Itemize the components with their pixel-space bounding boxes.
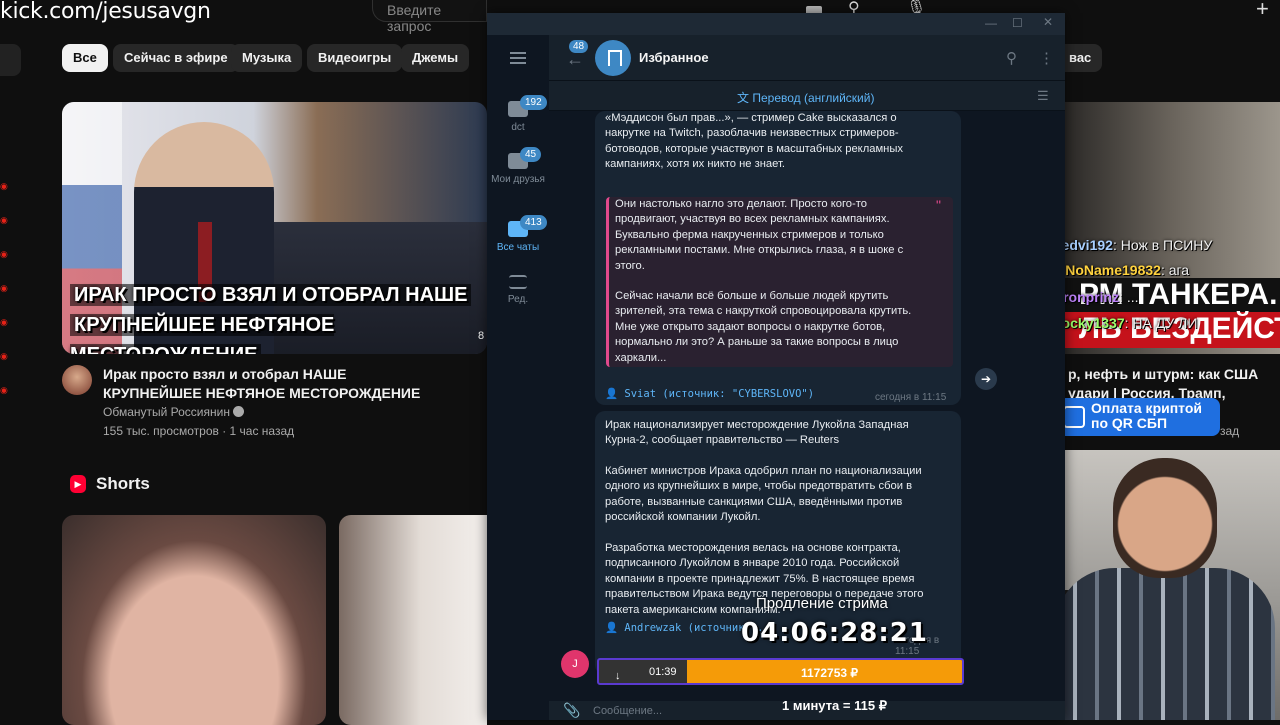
chip-all[interactable]: Все [62, 44, 108, 72]
video-thumbnail[interactable]: ИРАК ПРОСТО ВЗЯЛ И ОТОБРАЛ НАШЕ КРУПНЕЙШ… [62, 102, 487, 354]
user-icon: 👤 [605, 388, 619, 400]
video-duration: 8 [478, 330, 485, 342]
live-indicator-icon: ◉ [0, 351, 8, 361]
menu-icon[interactable] [510, 52, 526, 64]
short-thumbnail[interactable] [62, 515, 326, 725]
donation-progress: ↓ 01:39 1172753 ₽ [597, 658, 964, 685]
qr-payment-banner: Оплата криптой по QR СБП [1055, 398, 1220, 436]
folder-sidebar: 192 dct 45 Мои друзья 413 Все чаты Ред. [487, 35, 549, 720]
more-icon[interactable]: ⋮ [1039, 49, 1054, 67]
settings-sliders-icon[interactable]: ☰ [1037, 88, 1049, 104]
streamer-head [1113, 458, 1217, 578]
folder-friends[interactable]: 45 Мои друзья [487, 147, 549, 186]
message-text: Кабинет министров Ирака одобрил план по … [605, 465, 922, 524]
extension-timer: 04:06:28:21 [741, 618, 928, 648]
forward-icon[interactable]: ➔ [975, 368, 997, 390]
live-indicator-icon: ◉ [0, 385, 8, 395]
streamer-body [1055, 568, 1275, 720]
chip-jams[interactable]: Джемы [401, 44, 470, 72]
channel-name[interactable]: Обманутый Россиянин [103, 405, 245, 419]
qr-code-icon [1063, 406, 1085, 428]
create-plus-icon[interactable]: + [1256, 0, 1269, 21]
message-source[interactable]: 👤 Sviat (источник: "CYBERSLOVO") [605, 387, 814, 400]
translate-label[interactable]: 文 Перевод (английский) [737, 89, 874, 106]
live-indicator-icon: ◉ [0, 317, 8, 327]
live-indicator-icon: ◉ [0, 283, 8, 293]
translate-icon: 文 [737, 91, 750, 105]
message-time: сегодня в 11:15 [875, 392, 947, 403]
chat-message: dedvi192: Нож в ПСИНУ [1053, 237, 1213, 253]
chat-title[interactable]: Избранное [639, 50, 709, 65]
chat-message: ♥ NoName19832: ага [1053, 262, 1189, 278]
donation-time: 01:39 [649, 666, 677, 678]
folder-all-chats[interactable]: 413 Все чаты [487, 213, 549, 261]
sender-avatar[interactable]: J [561, 650, 589, 678]
folder-dct[interactable]: 192 dct [487, 95, 549, 134]
live-indicator-icon: ◉ [0, 249, 8, 259]
message-text: Ирак национализирует месторождение Лукой… [605, 419, 909, 447]
chat-message: Kronprinz: ... [1053, 289, 1139, 305]
video-title[interactable]: Ирак просто взял и отобрал НАШЕ КРУПНЕЙШ… [103, 365, 433, 403]
video-meta: зад [1220, 424, 1240, 438]
telegram-window: — ☐ ✕ 192 dct 45 Мои друзья 413 Все чаты Ре… [487, 13, 1065, 720]
attach-icon[interactable]: 📎 [563, 702, 580, 719]
minimize-icon[interactable]: — [985, 16, 997, 30]
shorts-heading: Shorts [96, 474, 150, 493]
donation-rate: 1 минута = 115 ₽ [782, 698, 887, 713]
extension-label: Продление стрима [756, 595, 888, 612]
verified-icon [233, 406, 245, 417]
translate-bar[interactable]: 文 Перевод (английский) ☰ [549, 81, 1065, 111]
chip-for-you[interactable]: вас [1065, 44, 1103, 72]
bookmark-icon[interactable] [595, 40, 631, 76]
chat-message: flocky1337: НА ДУ ЛИ [1053, 315, 1198, 331]
maximize-icon[interactable]: ☐ [1012, 16, 1023, 30]
chat-header: ← 48 Избранное ⚲ ⋮ [549, 35, 1065, 81]
chip-games[interactable]: Видеоигры [307, 44, 403, 72]
live-indicator-icon: ◉ [0, 215, 8, 225]
unread-badge: 48 [569, 40, 589, 53]
message-quote: Они настолько нагло это делают. Просто к… [606, 197, 953, 367]
folder-edit[interactable]: Ред. [487, 275, 549, 306]
user-icon: 👤 [605, 622, 619, 634]
window-titlebar: — ☐ ✕ [487, 13, 1065, 35]
youtube-search-input[interactable]: Введите запрос [372, 0, 487, 34]
chip-live[interactable]: Сейчас в эфире [113, 44, 239, 72]
message-bubble[interactable]: «Мэддисон был прав...», — стример Cake в… [595, 111, 961, 405]
video-meta: 155 тыс. просмотров · 1 час назад [103, 424, 295, 438]
quote-icon: " [936, 197, 941, 213]
stream-url-overlay: kick.com/jesusavgn [0, 0, 211, 24]
sliders-icon [509, 275, 527, 289]
short-thumbnail[interactable] [339, 515, 487, 725]
search-icon[interactable]: ⚲ [1006, 49, 1017, 67]
message-text: «Мэддисон был прав...», — стример Cake в… [605, 112, 903, 171]
download-icon: ↓ [615, 670, 621, 682]
live-indicator-icon: ◉ [0, 181, 8, 191]
channel-avatar[interactable] [62, 365, 92, 395]
thumbnail-caption: ИРАК ПРОСТО ВЗЯЛ И ОТОБРАЛ НАШЕ КРУПНЕЙШ… [62, 280, 487, 354]
shorts-icon: ▶ [70, 475, 86, 493]
donation-amount: 1172753 ₽ [801, 666, 859, 680]
message-input[interactable]: Сообщение... [593, 705, 662, 717]
sidebar-stub [0, 44, 21, 76]
chip-music[interactable]: Музыка [231, 44, 303, 72]
close-icon[interactable]: ✕ [1043, 15, 1053, 29]
